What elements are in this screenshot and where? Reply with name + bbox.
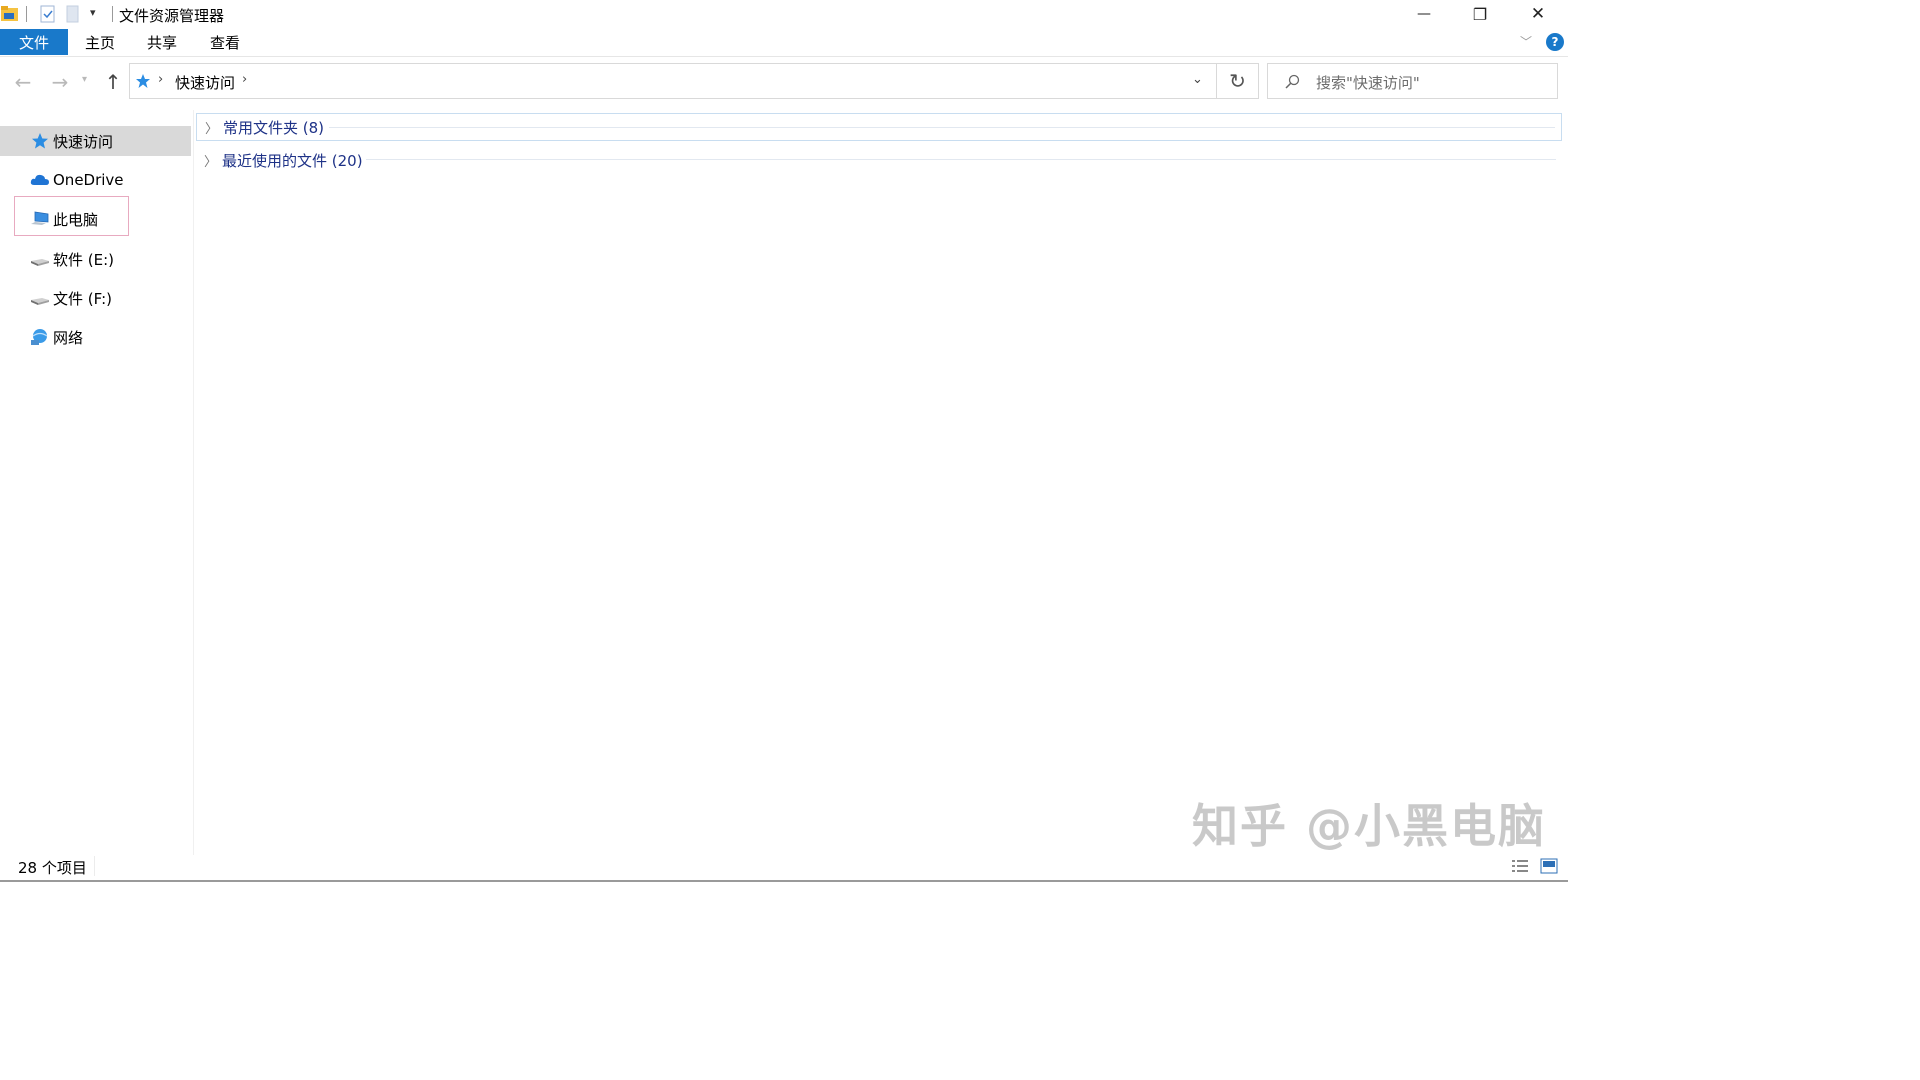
status-item-count: 28 个项目 (18, 859, 87, 877)
expand-ribbon-icon[interactable]: ﹀ (1520, 33, 1532, 50)
sidebar-item-label: 此电脑 (53, 210, 99, 229)
breadcrumb-separator-icon[interactable]: › (242, 72, 247, 87)
search-placeholder: 搜索"快速访问" (1316, 74, 1420, 92)
minimize-icon: — (1417, 6, 1431, 22)
sidebar-item-label: 网络 (53, 328, 84, 347)
close-button[interactable]: ✕ (1510, 0, 1566, 28)
details-view-icon[interactable] (1511, 858, 1529, 874)
drive-icon (31, 298, 49, 305)
sidebar-item-drive-f[interactable]: 文件 (F:) (0, 283, 191, 313)
customize-toolbar-icon[interactable]: ▾ (90, 6, 96, 19)
refresh-button[interactable]: ↻ (1217, 63, 1259, 99)
network-icon (31, 329, 48, 345)
minimize-button[interactable]: — (1396, 0, 1452, 28)
sidebar-item-quick-access[interactable]: 快速访问 (0, 126, 191, 156)
sidebar-item-drive-e[interactable]: 软件 (E:) (0, 244, 191, 274)
cloud-icon (30, 174, 49, 185)
sidebar-item-label: 软件 (E:) (53, 250, 115, 269)
title-bar: ▾ 文件资源管理器 — ❐ ✕ (0, 0, 1568, 28)
restore-icon: ❐ (1472, 4, 1488, 24)
sidebar-item-label: 文件 (F:) (53, 289, 112, 308)
group-label: 最近使用的文件 (20) (222, 151, 363, 170)
group-recent-files[interactable]: 〉 最近使用的文件 (20) (196, 146, 1562, 174)
large-icons-view-icon[interactable] (1540, 858, 1558, 874)
sidebar-item-label: 快速访问 (53, 132, 114, 151)
up-arrow-icon: ↑ (104, 70, 122, 94)
help-icon[interactable]: ? (1546, 33, 1564, 51)
tab-share[interactable]: 共享 (132, 29, 192, 55)
refresh-icon: ↻ (1229, 69, 1246, 93)
folder-icon[interactable] (0, 5, 20, 23)
tab-file[interactable]: 文件 (0, 29, 68, 55)
star-icon (136, 74, 150, 88)
breadcrumb-separator-icon[interactable]: › (158, 72, 163, 87)
group-frequent-folders[interactable]: 〉 常用文件夹 (8) (196, 113, 1562, 141)
chevron-right-icon[interactable]: 〉 (205, 118, 218, 137)
new-folder-icon[interactable] (66, 5, 80, 23)
chevron-right-icon[interactable]: 〉 (204, 151, 217, 170)
search-icon (1285, 74, 1300, 89)
tab-home[interactable]: 主页 (70, 29, 130, 55)
watermark: 知乎 @小黑电脑 (1192, 799, 1547, 853)
sidebar-item-this-pc[interactable]: 此电脑 (0, 204, 191, 234)
sidebar-item-label: OneDrive (53, 171, 124, 189)
group-label: 常用文件夹 (8) (223, 118, 325, 137)
sidebar-item-network[interactable]: 网络 (0, 322, 191, 352)
forward-button[interactable]: → (48, 70, 72, 94)
restore-button[interactable]: ❐ (1452, 0, 1508, 28)
star-icon (32, 133, 48, 149)
breadcrumb-quick-access[interactable]: 快速访问 (175, 72, 235, 93)
up-button[interactable]: ↑ (101, 70, 125, 94)
close-icon: ✕ (1530, 4, 1546, 24)
back-button[interactable]: ← (11, 70, 35, 94)
recent-locations-icon[interactable]: ▾ (82, 74, 87, 85)
window-title: 文件资源管理器 (119, 7, 225, 25)
properties-icon[interactable] (39, 5, 57, 23)
back-arrow-icon: ← (14, 70, 32, 94)
sidebar-item-onedrive[interactable]: OneDrive (0, 165, 191, 195)
drive-icon (31, 259, 49, 266)
address-dropdown-icon[interactable]: ⌄ (1192, 72, 1203, 87)
tab-view[interactable]: 查看 (194, 29, 256, 55)
address-bar[interactable]: › 快速访问 › ⌄ (129, 63, 1217, 99)
forward-arrow-icon: → (51, 70, 69, 94)
computer-icon (31, 211, 49, 225)
